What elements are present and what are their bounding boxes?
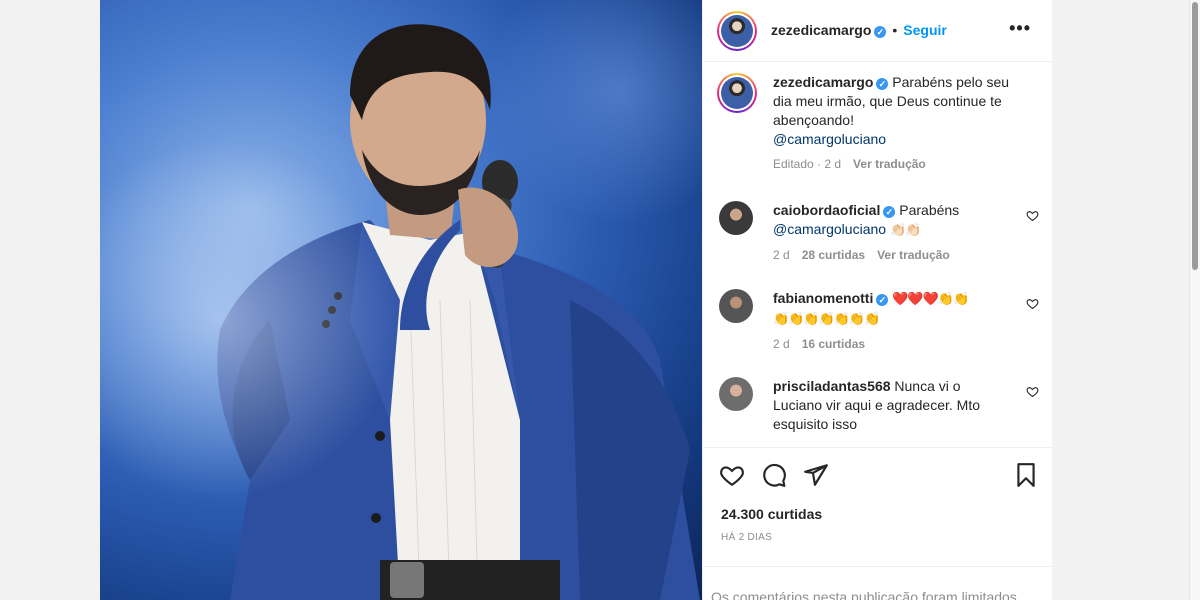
like-comment-heart-icon[interactable] — [1026, 297, 1039, 310]
like-comment-heart-icon[interactable] — [1026, 209, 1039, 222]
comments-limited-notice: Os comentários nesta publicação foram li… — [703, 566, 1053, 600]
comment-avatar[interactable] — [719, 289, 753, 323]
caption-avatar[interactable] — [717, 73, 757, 113]
comment-meta: 2 d 28 curtidas Ver tradução — [773, 246, 1013, 265]
header-author-line: zezedicamargo ✓ • Seguir — [771, 22, 947, 40]
post-timestamp[interactable]: HÁ 2 DIAS — [721, 532, 772, 543]
page-background-right — [1052, 0, 1200, 600]
comment-age: 2 d — [773, 248, 790, 262]
comment-meta: 2 d 16 curtidas — [773, 335, 1013, 354]
caption-mention-link[interactable]: @camargoluciano — [773, 131, 886, 147]
verified-badge-icon: ✓ — [883, 206, 896, 218]
follow-button[interactable]: Seguir — [903, 22, 947, 38]
comment-avatar[interactable] — [719, 377, 753, 411]
share-send-icon[interactable] — [803, 462, 829, 488]
comment-emoji: 👏🏻👏🏻 — [889, 223, 921, 238]
comment-emoji: 👏👏👏👏👏👏👏 — [773, 312, 880, 327]
comment-text: Parabéns — [899, 202, 960, 218]
post-likes-count[interactable]: 24.300 curtidas — [721, 506, 822, 522]
caption-translate-link[interactable]: Ver tradução — [853, 157, 926, 171]
verified-badge-icon: ✓ — [874, 26, 887, 38]
comment-emoji: ❤️❤️❤️👏👏 — [892, 292, 969, 307]
comment-likes-link[interactable]: 16 curtidas — [802, 337, 865, 351]
post-header: zezedicamargo ✓ • Seguir ••• — [703, 0, 1053, 62]
page-background-left — [0, 0, 100, 600]
comment-bubble-icon[interactable] — [761, 462, 787, 488]
comment-body: priscila­dantas568 Nunca vi o Luciano vi… — [773, 377, 1013, 434]
save-bookmark-icon[interactable] — [1013, 462, 1039, 488]
comment-body: caiobordaoficial ✓ Parabéns @camargolucia… — [773, 201, 1013, 265]
comments-list: zezedicamargo ✓ Parabéns pelo seu dia meu… — [703, 62, 1053, 447]
scrollbar-thumb[interactable] — [1192, 2, 1198, 270]
like-comment-heart-icon[interactable] — [1026, 385, 1039, 398]
comment-body: fabianomenotti ✓ ❤️❤️❤️👏👏 👏👏👏👏👏👏👏 2 d 16 c… — [773, 289, 1013, 354]
comment-username[interactable]: caiobordaoficial — [773, 202, 880, 218]
separator-dot: • — [892, 22, 898, 38]
verified-badge-icon: ✓ — [876, 78, 889, 90]
more-options-icon[interactable]: ••• — [1009, 18, 1031, 39]
page-scrollbar[interactable] — [1189, 0, 1200, 600]
post-side-panel: zezedicamargo ✓ • Seguir ••• zezedicamargo ✓… — [702, 0, 1053, 600]
comment-mention-link[interactable]: @camargoluciano — [773, 221, 886, 237]
caption-username[interactable]: zezedicamargo — [773, 74, 873, 90]
caption-edited-label: Editado · 2 d — [773, 157, 842, 171]
browser-viewport: zezedicamargo ✓ • Seguir ••• zezedicamargo ✓… — [0, 0, 1200, 600]
caption-body: zezedicamargo ✓ Parabéns pelo seu dia meu… — [773, 73, 1013, 174]
caption-meta: Editado · 2 d Ver tradução — [773, 155, 1013, 174]
comment-age: 2 d — [773, 337, 790, 351]
comment-username[interactable]: fabianomenotti — [773, 290, 873, 306]
post-actions: 24.300 curtidas HÁ 2 DIAS — [703, 447, 1053, 562]
comment-likes-link[interactable]: 28 curtidas — [802, 248, 865, 262]
comment-avatar[interactable] — [719, 201, 753, 235]
comment-translate-link[interactable]: Ver tradução — [877, 248, 950, 262]
like-heart-icon[interactable] — [719, 462, 745, 488]
verified-badge-icon: ✓ — [876, 294, 889, 306]
comment-username[interactable]: priscila­dantas568 — [773, 378, 891, 394]
header-username[interactable]: zezedicamargo — [771, 22, 871, 38]
post-photo[interactable] — [100, 0, 702, 600]
author-avatar[interactable] — [717, 11, 757, 51]
